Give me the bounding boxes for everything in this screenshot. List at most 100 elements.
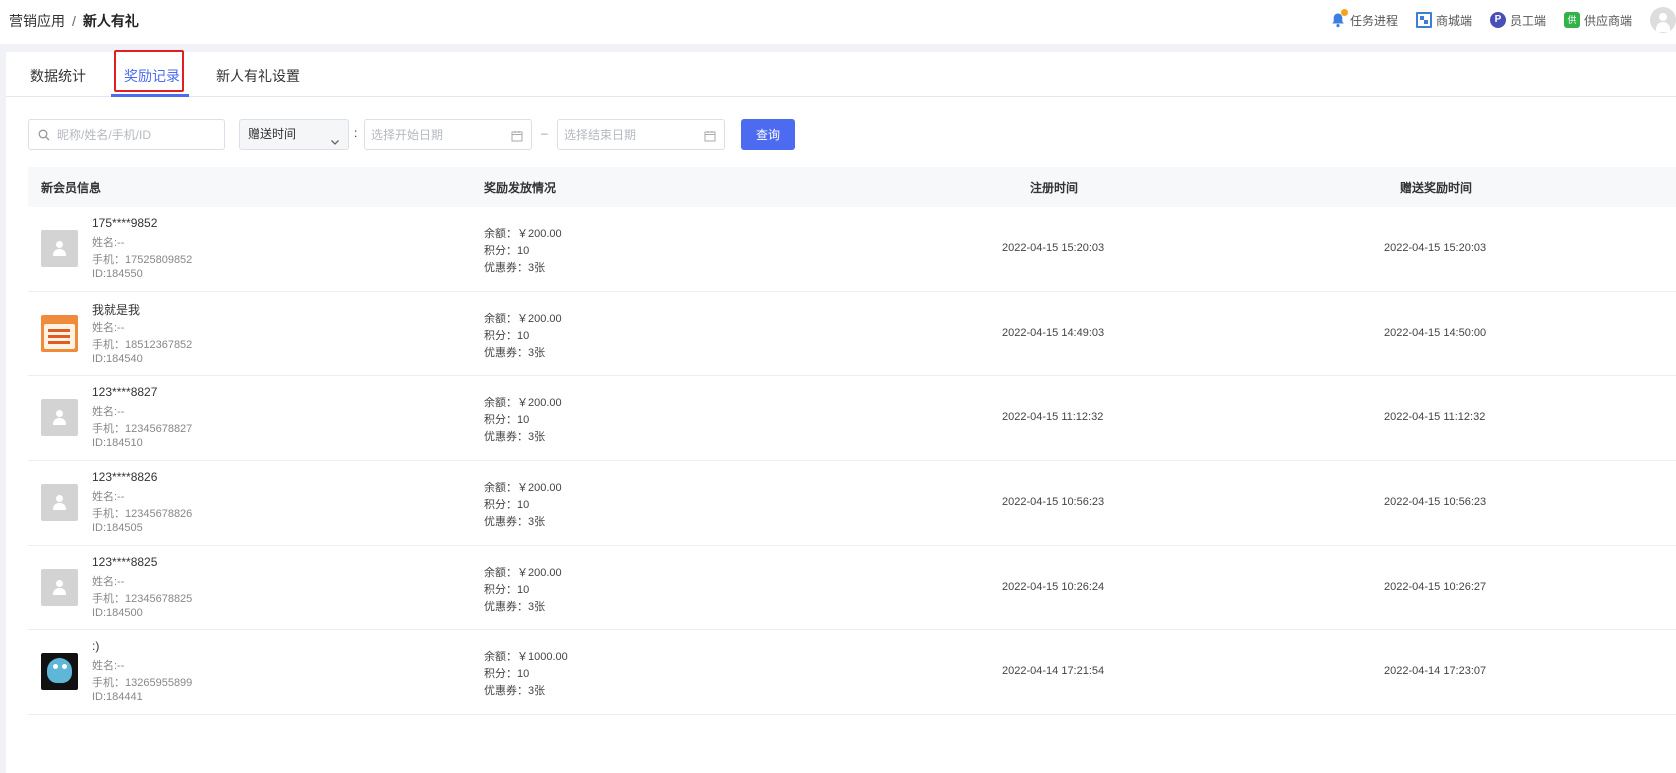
member-id: ID:184510	[92, 437, 143, 450]
table-header: 新会员信息 奖励发放情况 注册时间 赠送奖励时间	[28, 167, 1676, 207]
supplier-label: 供应商端	[1583, 13, 1632, 28]
member-name: 姓名:--	[92, 237, 125, 249]
tab-data-stats[interactable]: 数据统计	[30, 66, 86, 86]
filter-colon: :	[354, 126, 358, 140]
tab-newcomer-settings[interactable]: 新人有礼设置	[216, 66, 300, 86]
search-box	[28, 119, 225, 150]
table-row: 123****8827 姓名:-- 手机：12345678827 ID:184510 余…	[28, 376, 1676, 462]
staff-link[interactable]: P 员工端	[1489, 12, 1546, 29]
reward-time: 2022-04-15 14:50:00	[1384, 326, 1487, 339]
reward-records-table: 新会员信息 奖励发放情况 注册时间 赠送奖励时间 175****9852 姓名:-…	[28, 167, 1676, 716]
member-name: 姓名:--	[92, 406, 125, 419]
staff-label: 员工端	[1509, 13, 1546, 28]
breadcrumb-separator: /	[72, 13, 76, 29]
table-row: 175****9852 姓名:-- 手机：17525809852 ID:184550 余…	[28, 207, 1676, 292]
register-time: 2022-04-14 17:21:54	[1002, 665, 1105, 678]
member-phone: 手机：18512367852	[92, 338, 193, 351]
query-button[interactable]: 查询	[741, 119, 795, 150]
member-phone: 手机：13265955899	[92, 677, 193, 690]
task-progress-link[interactable]: 任务进程	[1330, 9, 1398, 29]
breadcrumb-parent[interactable]: 营销应用	[9, 13, 65, 29]
register-time: 2022-04-15 11:12:32	[1002, 411, 1104, 424]
breadcrumb: 营销应用 / 新人有礼	[9, 11, 139, 31]
register-time: 2022-04-15 10:56:23	[1002, 496, 1105, 509]
member-id: ID:184550	[92, 268, 143, 280]
member-nickname: 123****8826	[92, 470, 158, 485]
member-nickname: :)	[92, 639, 100, 654]
header-reward-time: 赠送奖励时间	[1400, 181, 1473, 195]
reward-coupons: 优惠券：3张	[484, 516, 546, 529]
date-range-separator: –	[541, 126, 548, 140]
member-id: ID:184441	[92, 691, 143, 704]
task-progress-label: 任务进程	[1349, 13, 1398, 28]
reward-time: 2022-04-14 17:23:07	[1384, 665, 1487, 678]
reward-coupons: 优惠券：3张	[484, 685, 546, 698]
register-time: 2022-04-15 10:26:24	[1002, 580, 1105, 593]
member-avatar	[41, 314, 78, 352]
member-phone: 手机：12345678825	[92, 592, 193, 605]
reward-points: 积分：10	[484, 668, 530, 681]
member-phone: 手机：12345678827	[92, 423, 193, 436]
reward-points: 积分：10	[484, 329, 530, 342]
reward-balance: 余额：￥200.00	[484, 312, 562, 325]
reward-coupons: 优惠券：3张	[484, 262, 546, 274]
calendar-icon	[511, 129, 523, 142]
reward-balance: 余额：￥200.00	[484, 566, 562, 579]
member-avatar	[41, 653, 78, 691]
member-phone: 手机：17525809852	[92, 254, 193, 266]
top-bar: 营销应用 / 新人有礼 任务进程 商城端 P 员工端 供 供应商端	[0, 0, 1676, 44]
tab-bar: 数据统计 奖励记录 新人有礼设置	[6, 50, 1676, 97]
time-type-select[interactable]: 赠送时间	[239, 119, 349, 150]
reward-balance: 余额：￥200.00	[484, 397, 562, 410]
supplier-link[interactable]: 供 供应商端	[1563, 12, 1632, 29]
supplier-icon: 供	[1563, 12, 1580, 28]
member-name: 姓名:--	[92, 321, 125, 334]
reward-points: 积分：10	[484, 245, 530, 257]
member-nickname: 123****8827	[92, 385, 158, 400]
mall-label: 商城端	[1435, 13, 1472, 28]
mall-link[interactable]: 商城端	[1415, 12, 1472, 29]
top-links: 任务进程 商城端 P 员工端 供 供应商端	[1330, 0, 1676, 40]
reward-points: 积分：10	[484, 414, 530, 427]
bell-icon	[1330, 9, 1348, 28]
table-row: :) 姓名:-- 手机：13265955899 ID:184441 余额：￥1000.0…	[28, 630, 1676, 716]
search-icon	[38, 128, 50, 141]
member-phone: 手机：12345678826	[92, 508, 193, 521]
staff-icon: P	[1489, 12, 1506, 28]
table-row: 123****8826 姓名:-- 手机：12345678826 ID:184505 余…	[28, 461, 1676, 546]
reward-time: 2022-04-15 11:12:32	[1384, 411, 1486, 424]
reward-balance: 余额：￥200.00	[484, 228, 562, 240]
member-avatar	[41, 568, 78, 606]
breadcrumb-current: 新人有礼	[82, 13, 139, 29]
start-date-input[interactable]	[371, 120, 507, 149]
register-time: 2022-04-15 14:49:03	[1002, 326, 1105, 339]
member-id: ID:184540	[92, 352, 143, 365]
reward-time: 2022-04-15 10:56:23	[1384, 496, 1487, 509]
reward-points: 积分：10	[484, 583, 530, 596]
qrcode-icon	[1415, 12, 1432, 28]
reward-time: 2022-04-15 15:20:03	[1384, 242, 1487, 254]
reward-coupons: 优惠券：3张	[484, 431, 546, 444]
end-date-input[interactable]	[564, 120, 700, 149]
header-reward-status: 奖励发放情况	[484, 181, 557, 195]
start-date-picker[interactable]	[364, 119, 532, 150]
tab-reward-records[interactable]: 奖励记录	[124, 66, 180, 86]
reward-coupons: 优惠券：3张	[484, 346, 546, 359]
header-member-info: 新会员信息	[41, 181, 102, 195]
reward-points: 积分：10	[484, 499, 530, 512]
search-input[interactable]	[57, 120, 217, 149]
active-tab-indicator	[111, 94, 189, 97]
chevron-down-icon	[330, 129, 340, 145]
member-nickname: 123****8825	[92, 554, 158, 569]
member-name: 姓名:--	[92, 660, 125, 673]
table-row: 我就是我 姓名:-- 手机：18512367852 ID:184540 余额：￥200.…	[28, 292, 1676, 377]
notification-dot	[1340, 9, 1348, 16]
member-avatar	[41, 230, 78, 267]
member-name: 姓名:--	[92, 575, 125, 588]
table-row: 123****8825 姓名:-- 手机：12345678825 ID:184500 余…	[28, 546, 1676, 631]
end-date-picker[interactable]	[557, 119, 725, 150]
user-avatar[interactable]	[1650, 7, 1676, 33]
member-id: ID:184500	[92, 606, 143, 619]
calendar-icon	[704, 129, 716, 142]
register-time: 2022-04-15 15:20:03	[1002, 242, 1105, 254]
